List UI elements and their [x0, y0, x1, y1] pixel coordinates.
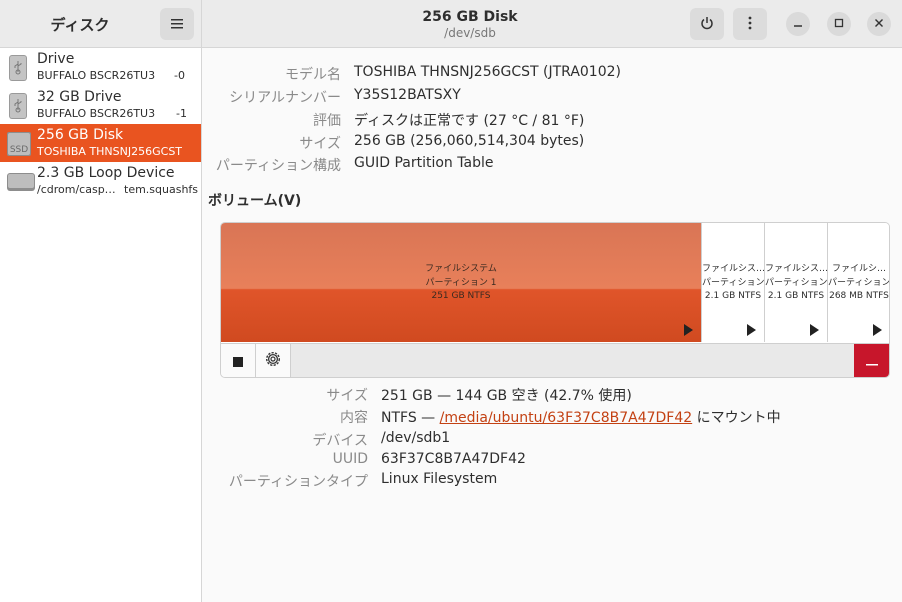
volumes-heading: ボリューム(V) — [208, 193, 302, 209]
app-title: ディスク — [50, 16, 110, 34]
partition-label: ファイルシス… — [765, 264, 827, 274]
mounted-indicator-icon — [873, 324, 882, 336]
model-label: モデル名 — [285, 67, 341, 83]
partition-label: ファイルシス… — [702, 264, 764, 274]
main-menu-button[interactable] — [160, 8, 194, 40]
maximize-button[interactable] — [827, 12, 851, 36]
partition-type-value: Linux Filesystem — [381, 471, 498, 487]
device-sidebar: Drive BUFFALO BSCR26TU3 -0 32 GB Drive B… — [0, 48, 202, 602]
partition-label: 251 GB NTFS — [431, 291, 491, 301]
usb-drive-icon — [6, 92, 30, 120]
partition-3[interactable]: ファイルシス… パーティション… 2.1 GB NTFS — [764, 223, 827, 342]
assessment-label: 評価 — [313, 113, 341, 129]
model-value: TOSHIBA THNSNJ256GCST (JTRA0102) — [354, 64, 621, 80]
volume-toolbar — [221, 343, 889, 377]
device-model-suffix: -0 — [174, 69, 185, 82]
assessment-value: ディスクは正常です (27 °C / 81 °F) — [354, 113, 585, 129]
partition-options-button[interactable] — [256, 344, 291, 377]
partitioning-label: パーティション構成 — [215, 158, 341, 174]
contents-label: 内容 — [340, 410, 368, 426]
size-label: サイズ — [299, 136, 341, 152]
vertical-dots-icon — [748, 15, 752, 34]
volume-size-value: 251 GB — 144 GB 空き (42.7% 使用) — [381, 388, 632, 404]
window-title-block: 256 GB Disk /dev/sdb — [380, 8, 560, 40]
partition-label: パーティション… — [828, 278, 890, 288]
unmount-button[interactable] — [221, 344, 256, 377]
mounted-indicator-icon — [684, 324, 693, 336]
partition-label: 2.1 GB NTFS — [767, 291, 825, 301]
disk-menu-button[interactable] — [733, 8, 767, 40]
disks-window: ディスク 256 GB Disk /dev/sdb Drive BUFFALO … — [0, 0, 902, 602]
device-name: Drive — [37, 51, 75, 67]
partition-label: 268 MB NTFS — [829, 291, 889, 301]
partition-label: ファイルシ… — [831, 264, 886, 274]
close-icon — [874, 17, 884, 31]
mount-path-link[interactable]: /media/ubuntu/63F37C8B7A47DF42 — [440, 410, 693, 426]
partition-1[interactable]: ファイルシステム パーティション 1 251 GB NTFS — [221, 223, 701, 342]
contents-suffix: にマウント中 — [696, 410, 781, 426]
window-title: 256 GB Disk — [422, 9, 518, 25]
partition-type-label: パーティションタイプ — [228, 474, 368, 490]
power-icon — [700, 15, 714, 34]
device-label: デバイス — [312, 433, 368, 449]
maximize-icon — [834, 17, 844, 31]
usb-drive-icon — [6, 54, 30, 82]
size-value: 256 GB (256,060,514,304 bytes) — [354, 133, 585, 149]
device-path: /cdrom/casp… — [37, 183, 116, 196]
partition-label: パーティション… — [765, 278, 827, 288]
device-value: /dev/sdb1 — [381, 430, 451, 446]
stop-icon — [233, 352, 243, 371]
partition-label: 2.1 GB NTFS — [704, 291, 762, 301]
partition-4[interactable]: ファイルシ… パーティション… 268 MB NTFS — [827, 223, 890, 342]
serial-label: シリアルナンバー — [229, 90, 341, 106]
volume-size-label: サイズ — [326, 388, 368, 404]
close-button[interactable] — [867, 12, 891, 36]
partition-2[interactable]: ファイルシス… パーティション… 2.1 GB NTFS — [701, 223, 764, 342]
device-item-drive[interactable]: Drive BUFFALO BSCR26TU3 -0 — [0, 48, 201, 86]
device-item-32gb-drive[interactable]: 32 GB Drive BUFFALO BSCR26TU3 -1 — [0, 86, 201, 124]
uuid-label: UUID — [332, 451, 368, 467]
sidebar-header: ディスク — [0, 0, 202, 47]
ssd-icon: SSD — [6, 130, 31, 158]
window-subtitle: /dev/sdb — [444, 26, 496, 40]
mounted-indicator-icon — [810, 324, 819, 336]
disk-details-panel: モデル名 TOSHIBA THNSNJ256GCST (JTRA0102) シリ… — [202, 48, 902, 602]
minimize-icon — [793, 17, 803, 31]
device-model: BUFFALO BSCR26TU3 — [37, 107, 156, 120]
device-item-loop-device[interactable]: 2.3 GB Loop Device /cdrom/casp… tem.squa… — [0, 162, 201, 200]
ssd-icon-label: SSD — [10, 145, 28, 155]
volume-map: ファイルシステム パーティション 1 251 GB NTFS ファイルシス… パ… — [220, 222, 890, 378]
serial-value: Y35S12BATSXY — [354, 87, 461, 103]
minimize-button[interactable] — [786, 12, 810, 36]
uuid-value: 63F37C8B7A47DF42 — [381, 451, 526, 467]
minus-icon — [865, 352, 878, 371]
partitioning-value: GUID Partition Table — [354, 155, 494, 171]
device-model: TOSHIBA THNSNJ256GCST — [37, 145, 183, 158]
loop-device-icon — [6, 170, 35, 198]
partition-label: ファイルシステム — [425, 264, 497, 274]
header-bar: ディスク 256 GB Disk /dev/sdb — [0, 0, 902, 48]
device-name: 32 GB Drive — [37, 89, 122, 105]
delete-partition-button[interactable] — [854, 344, 889, 377]
device-name: 2.3 GB Loop Device — [37, 165, 175, 181]
contents-value: NTFS — /media/ubuntu/63F37C8B7A47DF42 にマ… — [381, 407, 781, 427]
partition-label: パーティション 1 — [425, 278, 497, 288]
device-model-suffix: -1 — [176, 107, 187, 120]
hamburger-menu-icon — [170, 15, 184, 34]
device-model: BUFFALO BSCR26TU3 — [37, 69, 156, 82]
mounted-indicator-icon — [747, 324, 756, 336]
contents-prefix: NTFS — — [381, 410, 436, 426]
device-path-suffix: tem.squashfs — [124, 183, 199, 196]
device-item-256gb-disk[interactable]: SSD 256 GB Disk TOSHIBA THNSNJ256GCST — [0, 124, 201, 162]
gear-icon — [264, 350, 282, 372]
partition-label: パーティション… — [702, 278, 764, 288]
power-off-button[interactable] — [690, 8, 724, 40]
device-name: 256 GB Disk — [37, 127, 124, 143]
